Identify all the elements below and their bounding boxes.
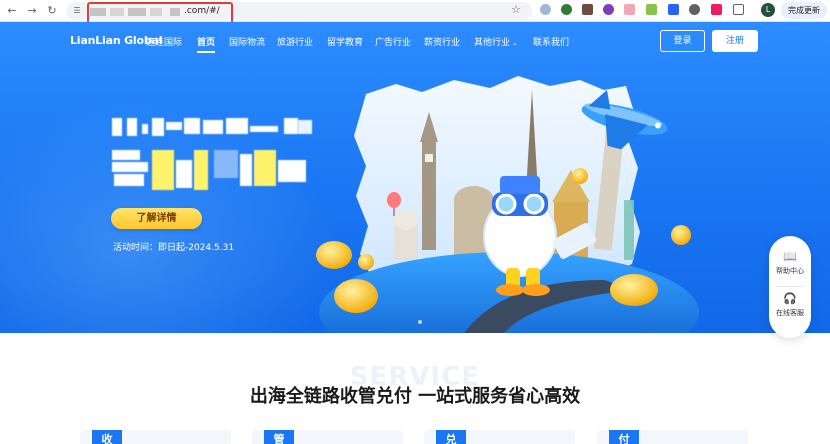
online-service-label: 在线客服 [776,309,804,317]
register-button[interactable]: 注册 [712,30,758,52]
nav-education[interactable]: 留学教育 [327,35,363,48]
card-tag: 收 [92,430,122,444]
extensions-icon[interactable] [733,4,744,15]
service-card[interactable]: 管 [252,430,403,444]
service-card[interactable]: 兑 [424,430,575,444]
learn-more-button[interactable]: 了解详情 [111,208,202,229]
extension-icon[interactable] [711,4,722,15]
nav-home[interactable]: 首页 [197,35,216,53]
extension-icon[interactable] [582,4,593,15]
hero-banner: LianLian Global 连连国际 首页 国际物流 旅游行业 留学教育 广… [0,22,830,333]
help-center-button[interactable]: 📖 帮助中心 [769,250,811,276]
card-tag: 付 [609,430,639,444]
browser-toolbar: ← → ↻ ☰ .com/#/ ☆ L 完成更新 [0,0,830,33]
service-card[interactable]: 付 [597,430,748,444]
travel-illustration [316,76,699,333]
extension-icon[interactable] [624,4,635,15]
login-button[interactable]: 登录 [660,30,705,52]
logo-cn-text[interactable]: 连连国际 [146,35,182,48]
bookmark-star-icon[interactable]: ☆ [511,3,521,17]
card-tag: 兑 [436,430,466,444]
update-button[interactable]: 完成更新 [781,2,827,19]
service-card[interactable]: 收 [80,430,231,444]
online-service-button[interactable]: 🎧 在线客服 [769,292,811,318]
extension-icon[interactable] [668,4,679,15]
extension-icon[interactable] [540,4,551,15]
site-info-icon[interactable]: ☰ [71,5,83,17]
nav-advertising[interactable]: 广告行业 [375,35,411,48]
extension-icon[interactable] [689,4,700,15]
carousel-indicator[interactable] [418,320,422,324]
nav-other-industries[interactable]: 其他行业 ⌄ [474,35,518,48]
help-center-label: 帮助中心 [776,267,804,275]
card-tag: 管 [264,430,294,444]
activity-time: 活动时间：即日起-2024.5.31 [113,243,235,253]
chevron-down-icon: ⌄ [512,39,518,47]
extension-icon[interactable] [646,4,657,15]
section-title: 出海全链路收管兑付 一站式服务省心高效 [249,386,581,407]
nav-logistics[interactable]: 国际物流 [229,35,265,48]
profile-avatar[interactable]: L [761,3,775,17]
forward-icon[interactable]: → [24,3,40,19]
float-divider [777,286,803,287]
nav-travel[interactable]: 旅游行业 [277,35,313,48]
reload-icon[interactable]: ↻ [44,3,60,19]
extension-icon[interactable] [603,4,614,15]
floating-help-panel: 📖 帮助中心 🎧 在线客服 [769,236,811,338]
headset-icon: 🎧 [783,292,797,305]
extension-icon[interactable] [561,4,572,15]
back-icon[interactable]: ← [4,3,20,19]
nav-contact[interactable]: 联系我们 [533,35,569,48]
nav-other-label: 其他行业 [474,38,511,48]
book-icon: 📖 [783,250,797,263]
nav-payroll[interactable]: 薪资行业 [424,35,460,48]
